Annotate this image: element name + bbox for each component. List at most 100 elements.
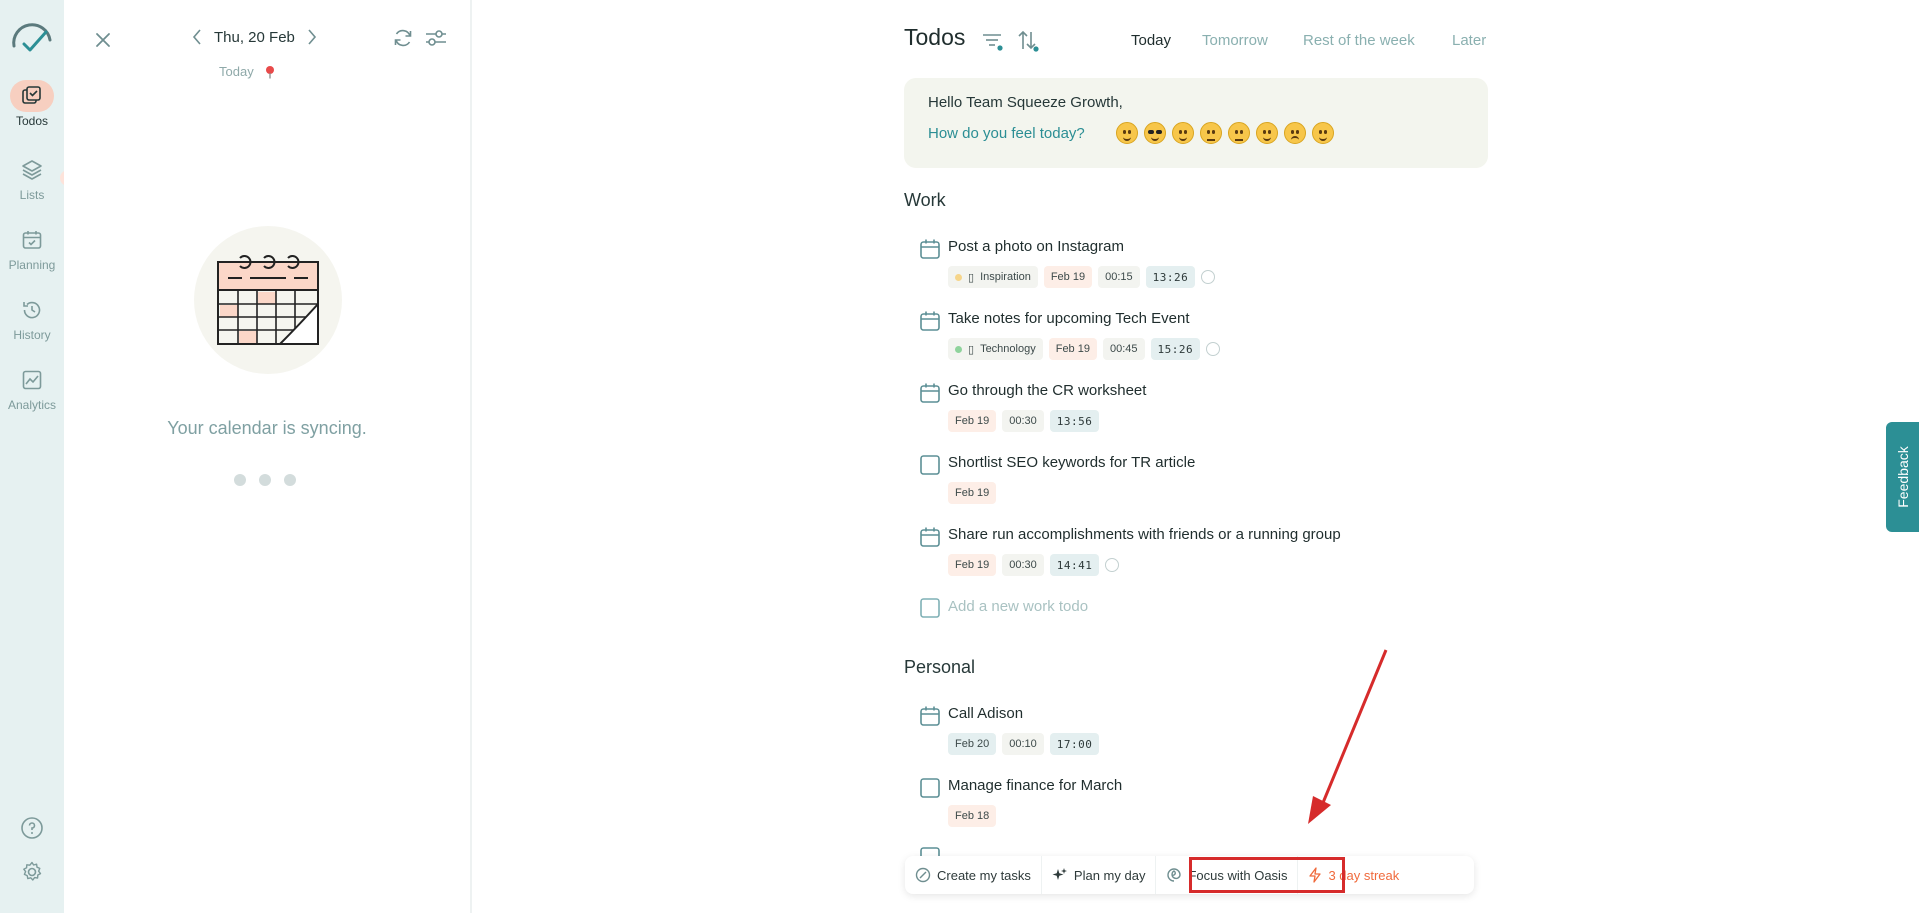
calendar-illustration <box>194 226 342 374</box>
create-tasks-label: Create my tasks <box>937 867 1031 883</box>
section-personal-title: Personal <box>904 657 976 677</box>
due-date-tag[interactable]: Feb 19 <box>1043 266 1093 288</box>
help-icon[interactable] <box>20 816 44 840</box>
task-tags: Feb 20 00:10 17:00 <box>948 733 1100 755</box>
nav-todos[interactable]: Todos <box>0 80 64 128</box>
duration-tag[interactable]: 00:10 <box>1002 733 1044 755</box>
calendar-icon[interactable] <box>919 382 941 404</box>
loading-dot <box>234 474 246 486</box>
streak-button[interactable]: 3 day streak <box>1298 856 1409 894</box>
category-tag[interactable]: ▯ Technology <box>948 338 1043 360</box>
task-tags: Feb 19 <box>948 482 997 504</box>
bottom-toolbar: Create my tasks Plan my day Focus with O… <box>905 856 1474 894</box>
app-logo-icon[interactable] <box>10 22 54 52</box>
mood-emoji-row <box>1116 122 1334 144</box>
due-date-tag[interactable]: Feb 19 <box>948 554 997 576</box>
nav-analytics-label: Analytics <box>7 398 57 412</box>
nav-analytics[interactable]: Analytics <box>0 364 64 412</box>
status-circle[interactable] <box>1105 558 1120 572</box>
task-title[interactable]: Call Adison <box>948 705 1023 722</box>
add-work-todo-input[interactable]: Add a new work todo <box>948 598 1088 615</box>
focus-spiral-icon <box>1167 868 1182 882</box>
tab-today[interactable]: Today <box>1131 32 1171 49</box>
doc-icon: ▯ <box>968 343 975 356</box>
feedback-tab[interactable]: Feedback <box>1886 422 1919 532</box>
smiling-emoji-icon[interactable] <box>1172 122 1194 144</box>
thinking-emoji-icon[interactable] <box>1228 122 1250 144</box>
mood-question-link[interactable]: How do you feel today? <box>928 125 1085 142</box>
calendar-icon <box>920 847 940 856</box>
calendar-icon[interactable] <box>919 238 941 260</box>
create-tasks-button[interactable]: Create my tasks <box>905 856 1042 894</box>
due-date-tag[interactable]: Feb 19 <box>1048 338 1097 360</box>
sliders-icon[interactable] <box>424 27 448 49</box>
task-title[interactable]: Go through the CR worksheet <box>948 382 1146 399</box>
duration-tag[interactable]: 00:30 <box>1002 410 1044 432</box>
calendar-today-row: Today <box>219 64 276 79</box>
tab-later[interactable]: Later <box>1452 32 1486 49</box>
task-title[interactable]: Take notes for upcoming Tech Event <box>948 310 1190 327</box>
calendar-icon[interactable] <box>919 705 941 727</box>
today-link[interactable]: Today <box>219 64 254 79</box>
sparkles-icon <box>1052 868 1067 880</box>
downcast-sweat-emoji-icon[interactable] <box>1284 122 1306 144</box>
due-date-tag[interactable]: Feb 20 <box>948 733 997 755</box>
loading-dot <box>259 474 271 486</box>
plan-day-button[interactable]: Plan my day <box>1042 856 1157 894</box>
settings-gear-icon[interactable] <box>20 860 44 884</box>
checkbox-icon[interactable] <box>919 454 941 476</box>
time-tag[interactable]: 17:00 <box>1049 733 1100 755</box>
loading-dots <box>234 474 296 486</box>
layers-icon <box>10 154 54 186</box>
tab-tomorrow[interactable]: Tomorrow <box>1202 32 1268 49</box>
magic-pen-icon <box>915 867 931 883</box>
chevron-right-icon[interactable] <box>305 27 319 47</box>
task-tags: ▯ Inspiration Feb 19 00:15 13:26 <box>948 266 1216 288</box>
sort-icon[interactable] <box>1015 28 1041 54</box>
due-date-tag[interactable]: Feb 18 <box>948 805 997 827</box>
relieved-emoji-icon[interactable] <box>1256 122 1278 144</box>
close-icon[interactable] <box>92 29 114 51</box>
calendar-icon[interactable] <box>919 310 941 332</box>
nav-history[interactable]: History <box>0 294 64 342</box>
duration-tag[interactable]: 00:30 <box>1002 554 1044 576</box>
category-tag[interactable]: ▯ Inspiration <box>948 266 1038 288</box>
calendar-date-nav: Thu, 20 Feb <box>190 27 319 47</box>
task-title[interactable]: Share run accomplishments with friends o… <box>948 526 1341 543</box>
category-label: Inspiration <box>980 271 1031 283</box>
time-tag[interactable]: 15:26 <box>1150 338 1201 360</box>
tab-rest-of-week[interactable]: Rest of the week <box>1303 32 1415 49</box>
status-circle[interactable] <box>1206 342 1221 356</box>
task-title[interactable]: Shortlist SEO keywords for TR article <box>948 454 1195 471</box>
task-title[interactable]: Manage finance for March <box>948 777 1122 794</box>
due-date-tag[interactable]: Feb 19 <box>948 482 997 504</box>
calendar-date: Thu, 20 Feb <box>214 28 295 46</box>
lightning-icon <box>1309 867 1322 883</box>
category-color-dot <box>955 345 962 353</box>
nav-lists-label: Lists <box>19 188 45 202</box>
nav-planning[interactable]: Planning <box>0 224 64 272</box>
calendar-sync-message: Your calendar is syncing. <box>167 418 367 438</box>
time-tag[interactable]: 13:26 <box>1145 266 1196 288</box>
status-circle[interactable] <box>1201 270 1216 284</box>
nav-lists[interactable]: Lists <box>0 154 64 202</box>
sunglasses-emoji-icon[interactable] <box>1144 122 1166 144</box>
chevron-left-icon[interactable] <box>190 27 204 47</box>
star-eyes-emoji-icon[interactable] <box>1116 122 1138 144</box>
time-tag[interactable]: 13:56 <box>1049 410 1100 432</box>
neutral-emoji-icon[interactable] <box>1200 122 1222 144</box>
woozy-emoji-icon[interactable] <box>1312 122 1334 144</box>
filter-icon[interactable] <box>980 28 1006 54</box>
time-tag[interactable]: 14:41 <box>1049 554 1100 576</box>
checkbox-icon[interactable] <box>919 597 941 619</box>
task-title[interactable]: Post a photo on Instagram <box>948 238 1124 255</box>
duration-tag[interactable]: 00:15 <box>1098 266 1140 288</box>
greeting-card: Hello Team Squeeze Growth, How do you fe… <box>904 78 1488 168</box>
focus-oasis-button[interactable]: Focus with Oasis <box>1156 856 1299 894</box>
duration-tag[interactable]: 00:45 <box>1102 338 1145 360</box>
due-date-tag[interactable]: Feb 19 <box>948 410 997 432</box>
calendar-icon[interactable] <box>919 526 941 548</box>
checkbox-icon[interactable] <box>919 777 941 799</box>
sync-refresh-icon[interactable] <box>392 27 414 49</box>
section-work-title: Work <box>904 190 946 210</box>
